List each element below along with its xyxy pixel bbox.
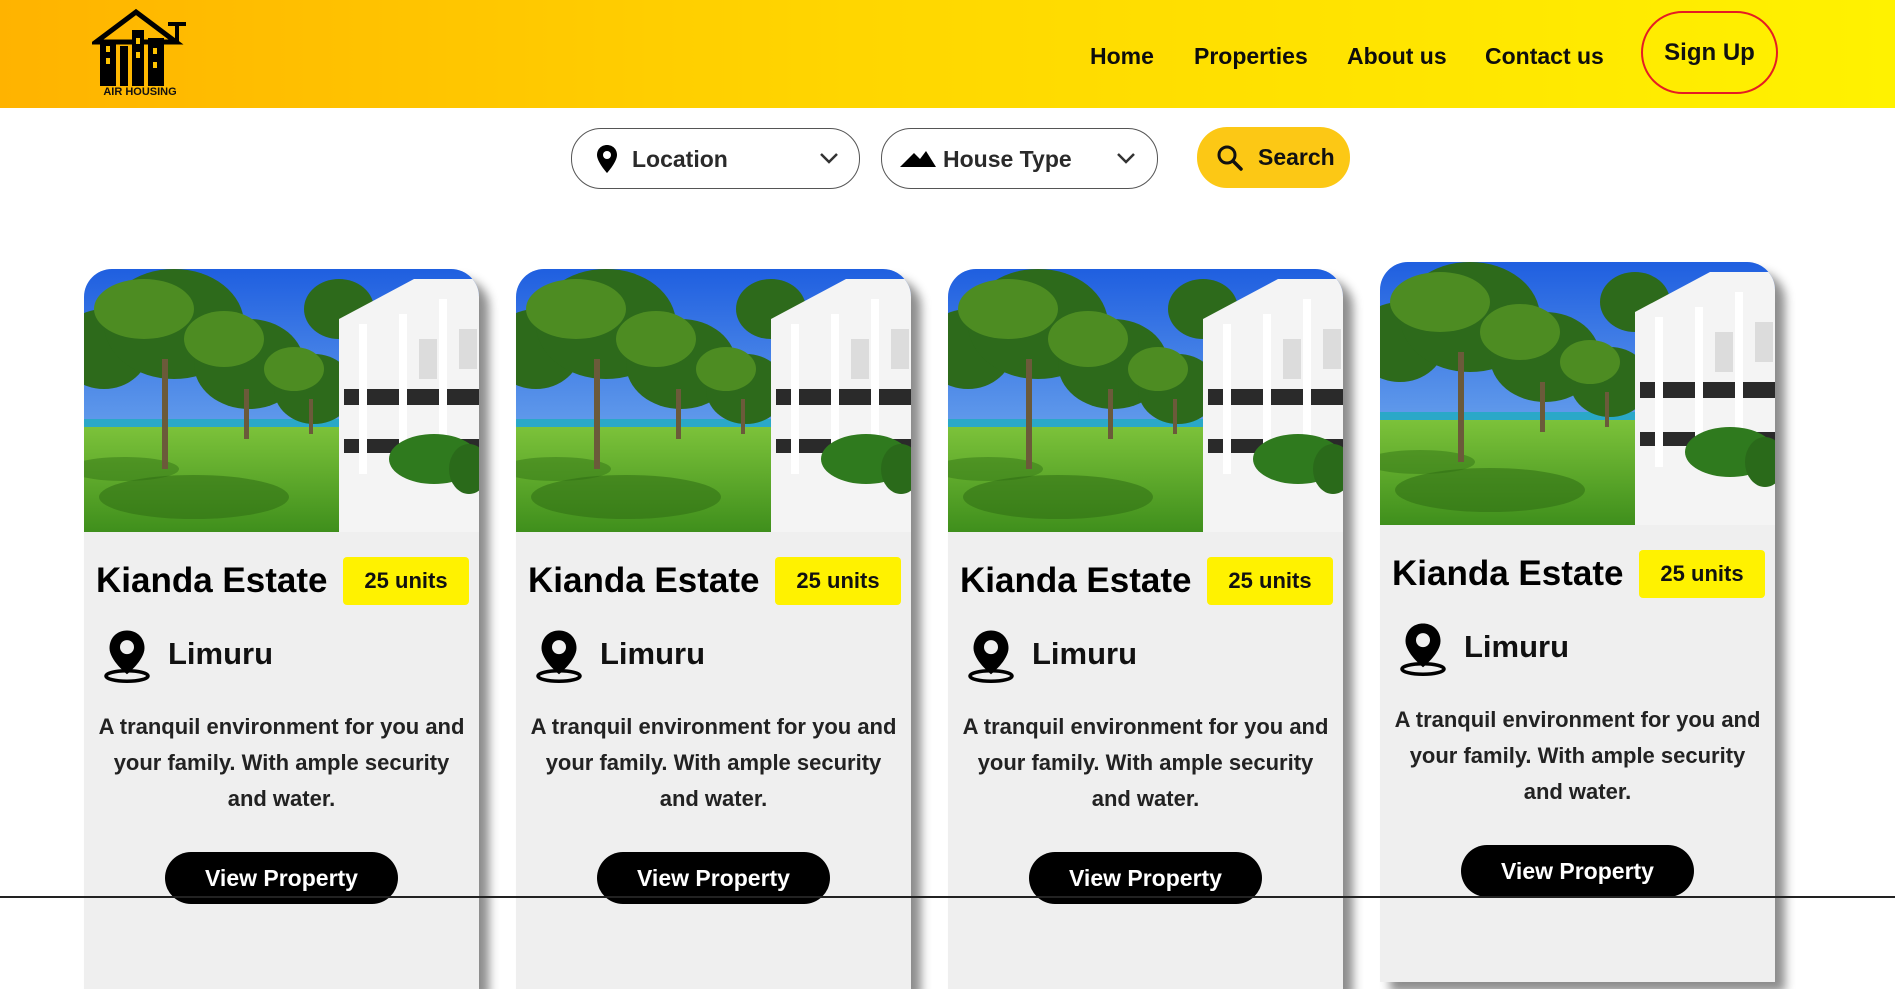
property-card: Kianda Estate 25 units Limuru A tranquil… bbox=[84, 269, 479, 989]
property-card: Kianda Estate 25 units Limuru A tranquil… bbox=[1380, 262, 1775, 982]
location-pin-icon bbox=[531, 624, 587, 686]
house-logo-icon bbox=[88, 8, 186, 86]
property-photo bbox=[84, 269, 479, 532]
property-description: A tranquil environment for you and your … bbox=[530, 714, 897, 811]
units-badge: 25 units bbox=[1639, 550, 1765, 598]
property-location: Limuru bbox=[168, 636, 274, 671]
location-pin-icon bbox=[99, 624, 155, 686]
nav-contact-us[interactable]: Contact us bbox=[1485, 0, 1604, 108]
nav-about-us[interactable]: About us bbox=[1347, 0, 1447, 108]
search-label: Search bbox=[1258, 144, 1335, 170]
nav-home[interactable]: Home bbox=[1090, 0, 1154, 108]
house-type-select[interactable]: House Type bbox=[881, 128, 1158, 189]
property-photo bbox=[1380, 262, 1775, 525]
view-property-button[interactable]: View Property bbox=[1461, 845, 1694, 897]
property-card: Kianda Estate 25 units Limuru A tranquil… bbox=[516, 269, 911, 989]
search-button[interactable]: Search bbox=[1197, 127, 1350, 188]
property-photo bbox=[516, 269, 911, 532]
property-description: A tranquil environment for you and your … bbox=[1394, 707, 1761, 804]
chevron-down-icon bbox=[1117, 153, 1135, 164]
top-navbar: AIR HOUSING Home Properties About us Con… bbox=[0, 0, 1895, 108]
property-card: Kianda Estate 25 units Limuru A tranquil… bbox=[948, 269, 1343, 989]
sign-up-button[interactable]: Sign Up bbox=[1641, 11, 1778, 94]
location-select[interactable]: Location bbox=[571, 128, 860, 189]
property-description: A tranquil environment for you and your … bbox=[98, 714, 465, 811]
location-label: Location bbox=[632, 146, 728, 172]
units-badge: 25 units bbox=[343, 557, 469, 605]
property-name: Kianda Estate bbox=[960, 561, 1192, 600]
property-location: Limuru bbox=[1464, 629, 1570, 664]
air-housing-logo[interactable]: AIR HOUSING bbox=[88, 8, 188, 102]
house-type-label: House Type bbox=[943, 146, 1072, 172]
search-icon bbox=[1217, 145, 1243, 171]
units-badge: 25 units bbox=[1207, 557, 1333, 605]
property-description: A tranquil environment for you and your … bbox=[962, 714, 1329, 811]
property-name: Kianda Estate bbox=[1392, 554, 1624, 593]
chevron-down-icon bbox=[820, 153, 838, 164]
property-location: Limuru bbox=[1032, 636, 1138, 671]
logo-caption: AIR HOUSING bbox=[103, 86, 177, 98]
property-photo bbox=[948, 269, 1343, 532]
location-pin-icon bbox=[963, 624, 1019, 686]
house-roof-icon bbox=[900, 151, 936, 167]
units-badge: 25 units bbox=[775, 557, 901, 605]
property-name: Kianda Estate bbox=[528, 561, 760, 600]
property-location: Limuru bbox=[600, 636, 706, 671]
map-pin-icon bbox=[597, 145, 617, 173]
property-name: Kianda Estate bbox=[96, 561, 328, 600]
nav-properties[interactable]: Properties bbox=[1194, 0, 1308, 108]
location-pin-icon bbox=[1395, 617, 1451, 679]
